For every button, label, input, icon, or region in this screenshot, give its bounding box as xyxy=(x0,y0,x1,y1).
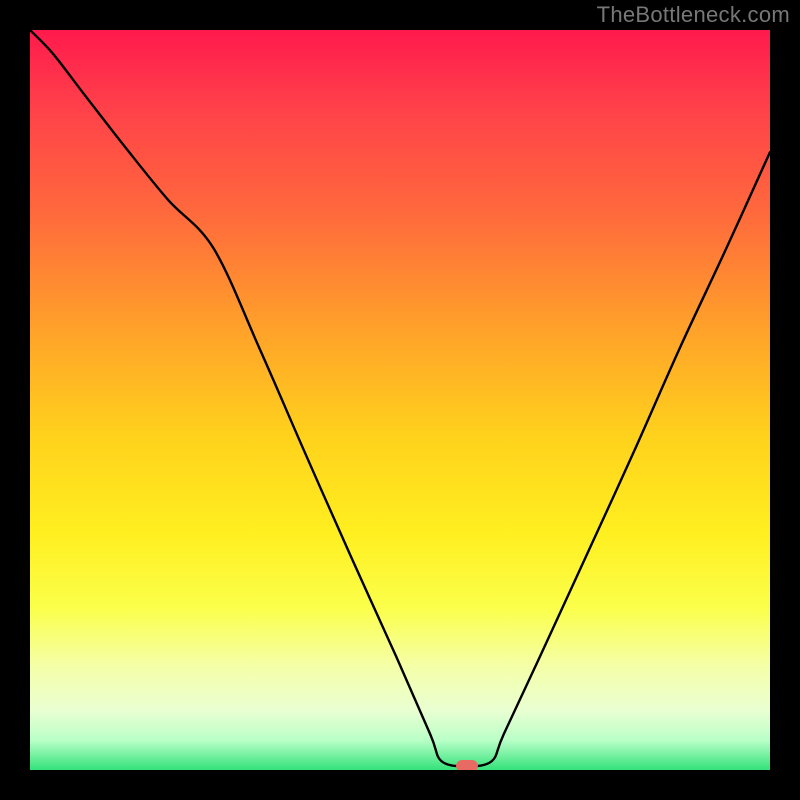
curve-path xyxy=(30,30,770,766)
optimum-marker xyxy=(456,760,478,770)
watermark-text: TheBottleneck.com xyxy=(597,2,790,28)
bottleneck-curve xyxy=(30,30,770,770)
plot-area xyxy=(30,30,770,770)
chart-stage: TheBottleneck.com xyxy=(0,0,800,800)
